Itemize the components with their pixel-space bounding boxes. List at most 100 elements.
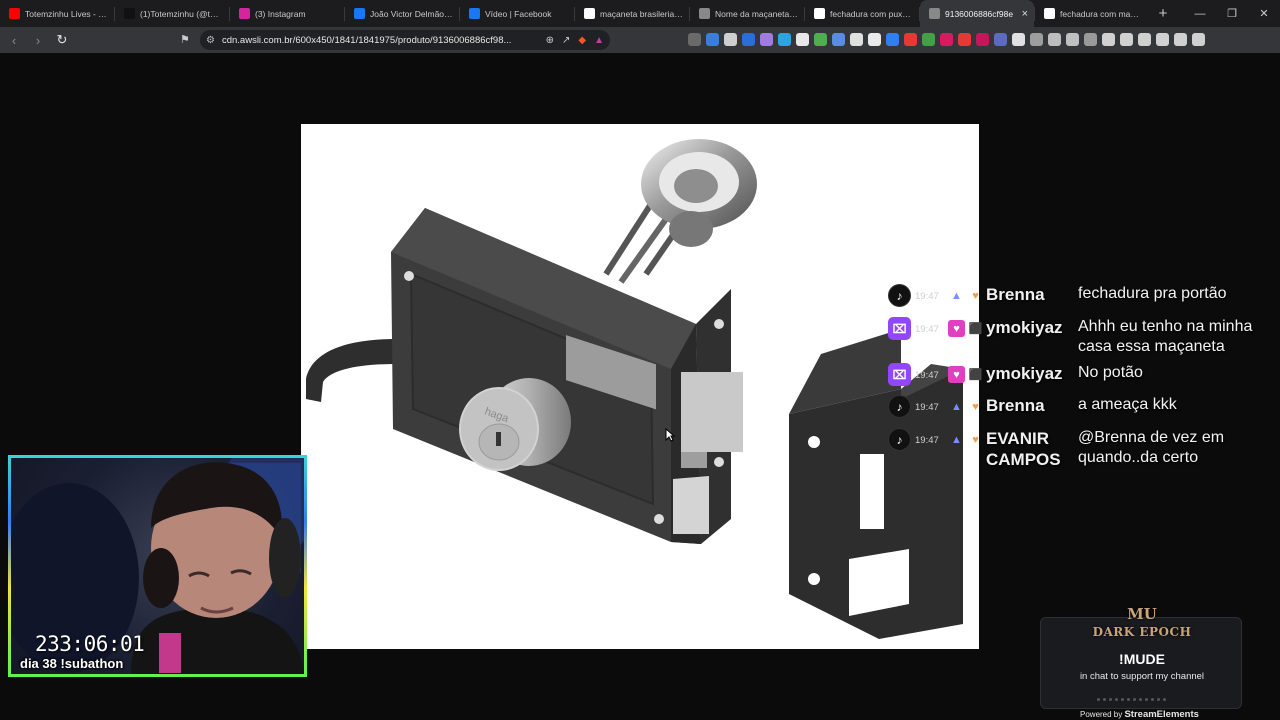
sidebar-icon[interactable] (1120, 33, 1133, 46)
facebook-icon (469, 8, 480, 19)
extension-icon[interactable] (994, 33, 1007, 46)
browser-tab[interactable]: fechadura com maçan (1035, 0, 1149, 27)
logo-line-2: DARK EPOCH (1092, 625, 1192, 639)
share-icon[interactable]: ↗ (562, 35, 570, 46)
carousel-dots (1097, 698, 1166, 701)
tab-list: Totemzinhu Lives - You (1)Totemzinhu (@to… (0, 0, 1149, 27)
extension-icon[interactable] (796, 33, 809, 46)
level-badge-icon: ▲ (951, 289, 962, 302)
extension-icon[interactable] (886, 33, 899, 46)
extension-icon[interactable] (832, 33, 845, 46)
brave-rewards-icon[interactable]: ▲ (594, 35, 604, 46)
bookmark-icon[interactable]: ⚑ (180, 33, 190, 46)
tab-title: Nome da maçaneta de (715, 8, 798, 19)
extension-icon[interactable] (940, 33, 953, 46)
mu-dark-epoch-logo: MU DARK EPOCH (1041, 605, 1243, 641)
address-bar[interactable]: ⚙ cdn.awsli.com.br/600x450/1841/1841975/… (200, 30, 610, 50)
extension-icon[interactable] (688, 33, 701, 46)
chat-message: ⌧ 19:47 ♥ ⬛ ymokiyaz Ahhh eu tenho na minha c… (888, 317, 1280, 357)
extension-icon[interactable] (922, 33, 935, 46)
extension-icon[interactable] (904, 33, 917, 46)
url-text[interactable]: cdn.awsli.com.br/600x450/1841/1841975/pr… (222, 35, 538, 46)
extension-icon[interactable] (976, 33, 989, 46)
extension-icon[interactable] (1030, 33, 1043, 46)
menu-icon[interactable] (1192, 33, 1205, 46)
chat-message: ♪ 19:47 ▲ ♥ Brenna a ameaça kkk (888, 395, 1280, 418)
browser-tab[interactable]: 9136006886cf98e × (920, 0, 1034, 27)
chat-message: ♪ 19:47 ▲ ♥ Brenna fechadura pra portão (888, 284, 1280, 307)
tab-title: maçaneta brasileria - P (600, 8, 683, 19)
sub-tier-badge-icon: ⬛ (968, 323, 983, 335)
twitch-icon: ⌧ (888, 363, 911, 386)
forward-icon[interactable]: › (28, 30, 48, 50)
wallet-icon[interactable] (1138, 33, 1151, 46)
browser-tab[interactable]: fechadura com puxado (805, 0, 919, 27)
extension-icon[interactable] (1012, 33, 1025, 46)
chat-text: @Brenna de vez em quando..da certo (1078, 429, 1225, 466)
extension-icon[interactable] (868, 33, 881, 46)
chat-badges: ▲ ♥ (948, 287, 986, 304)
chat-username: EVANIR CAMPOS (986, 429, 1061, 469)
heart-badge-icon: ♥ (972, 400, 979, 413)
browser-tab[interactable]: Totemzinhu Lives - You (0, 0, 114, 27)
extension-icon[interactable] (1084, 33, 1097, 46)
site-settings-icon[interactable]: ⚙ (206, 35, 215, 46)
extensions-puzzle-icon[interactable] (1066, 33, 1079, 46)
extension-icon[interactable] (850, 33, 863, 46)
brave-shield-icon[interactable]: ◆ (578, 35, 586, 46)
chat-timestamp: 19:47 (915, 435, 939, 446)
browser-tab[interactable]: Vídeo | Facebook (460, 0, 574, 27)
new-tab-button[interactable]: + (1149, 5, 1177, 22)
extension-icon[interactable] (958, 33, 971, 46)
back-icon[interactable]: ‹ (4, 30, 24, 50)
browser-tab[interactable]: (3) Instagram (230, 0, 344, 27)
extension-icon[interactable] (724, 33, 737, 46)
heart-badge-icon: ♥ (972, 433, 979, 446)
level-badge-icon: ▲ (951, 433, 962, 446)
extension-icon[interactable] (706, 33, 719, 46)
chat-badges: ♥ ⬛ (948, 320, 986, 337)
google-icon (1044, 8, 1055, 19)
extension-icon[interactable] (742, 33, 755, 46)
chat-badges: ♥ ⬛ (948, 366, 986, 383)
chat-username: Brenna (986, 396, 1045, 415)
leo-ai-icon[interactable] (1156, 33, 1169, 46)
browser-tab[interactable]: maçaneta brasileria - P (575, 0, 689, 27)
chat-text: a ameaça kkk (1078, 396, 1177, 413)
restore-icon[interactable]: ❐ (1216, 0, 1248, 27)
chat-timestamp: 19:47 (915, 370, 939, 381)
close-window-icon[interactable]: ✕ (1248, 0, 1280, 27)
subathon-timer: 233:06:01 (35, 632, 145, 656)
zoom-icon[interactable]: ⊕ (546, 35, 554, 46)
heart-badge-icon: ♥ (972, 289, 979, 302)
product-image: haga (301, 124, 979, 649)
chat-timestamp: 19:47 (915, 402, 939, 413)
chat-timestamp: 19:47 (915, 324, 939, 335)
tiktok-icon: ♪ (888, 395, 911, 418)
widget-command: !MUDE (1119, 651, 1165, 667)
close-tab-icon[interactable]: × (1022, 8, 1028, 20)
browser-tab[interactable]: (1)Totemzinhu (@totem (115, 0, 229, 27)
extension-icon[interactable] (814, 33, 827, 46)
twitch-icon: ⌧ (888, 317, 911, 340)
sub-tier-badge-icon: ⬛ (968, 369, 983, 381)
logo-line-1: MU (1127, 605, 1157, 623)
youtube-icon (9, 8, 20, 19)
reload-icon[interactable]: ↻ (52, 30, 72, 50)
browser-tab[interactable]: João Victor Delmão | F (345, 0, 459, 27)
globe-icon (929, 8, 940, 19)
minimize-icon[interactable]: — (1184, 0, 1216, 27)
tab-title: Vídeo | Facebook (485, 8, 552, 19)
facebook-icon (354, 8, 365, 19)
extension-icon[interactable] (760, 33, 773, 46)
chat-username: ymokiyaz (986, 364, 1063, 383)
mouse-cursor-icon (665, 428, 675, 442)
media-icon[interactable] (1102, 33, 1115, 46)
vpn-icon[interactable] (1174, 33, 1187, 46)
tiktok-icon: ♪ (888, 428, 911, 451)
extension-icon[interactable] (778, 33, 791, 46)
chat-username: ymokiyaz (986, 318, 1063, 337)
chat-badges: ▲ ♥ (948, 431, 986, 448)
browser-tab[interactable]: Nome da maçaneta de (690, 0, 804, 27)
extension-icon[interactable] (1048, 33, 1061, 46)
